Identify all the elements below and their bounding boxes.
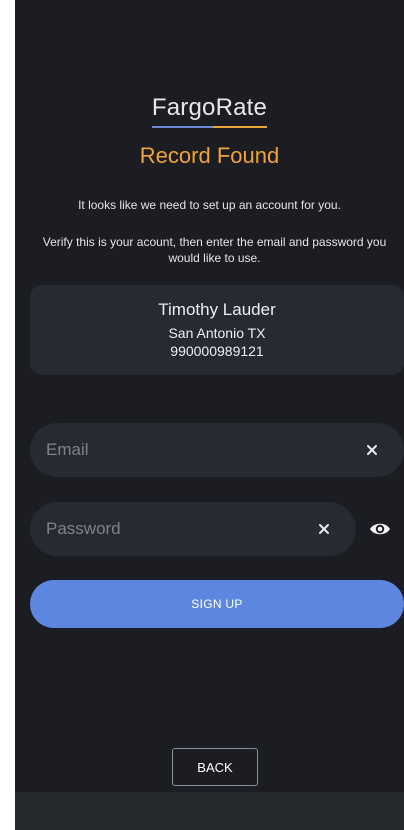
logo-underline-blue [151, 126, 214, 128]
sign-up-button[interactable]: SIGN UP [30, 580, 404, 628]
verify-instructions-text: Verify this is your acount, then enter t… [42, 235, 387, 265]
logo-wordmark: FargoRate [151, 94, 268, 128]
eye-icon[interactable] [368, 519, 392, 539]
record-location: San Antonio TX [168, 325, 266, 341]
setup-notice-text: It looks like we need to set up an accou… [78, 198, 341, 212]
logo-text: FargoRate [151, 94, 268, 121]
record-card: Timothy Lauder San Antonio TX 9900009891… [30, 285, 404, 375]
record-name: Timothy Lauder [158, 300, 276, 319]
close-icon[interactable] [362, 440, 382, 460]
bottom-bar [15, 792, 404, 830]
password-field-container [30, 502, 356, 556]
record-id-number: 990000989121 [170, 343, 264, 359]
back-button[interactable]: BACK [172, 748, 258, 786]
email-field-container [30, 423, 404, 477]
page-title: Record Found [139, 143, 280, 168]
brand-logo: FargoRate [15, 94, 404, 128]
close-icon[interactable] [314, 519, 334, 539]
logo-underline-orange [213, 126, 268, 128]
password-field[interactable] [46, 502, 306, 556]
app-screen: FargoRate Record Found It looks like we … [15, 0, 404, 830]
email-field[interactable] [46, 423, 306, 477]
